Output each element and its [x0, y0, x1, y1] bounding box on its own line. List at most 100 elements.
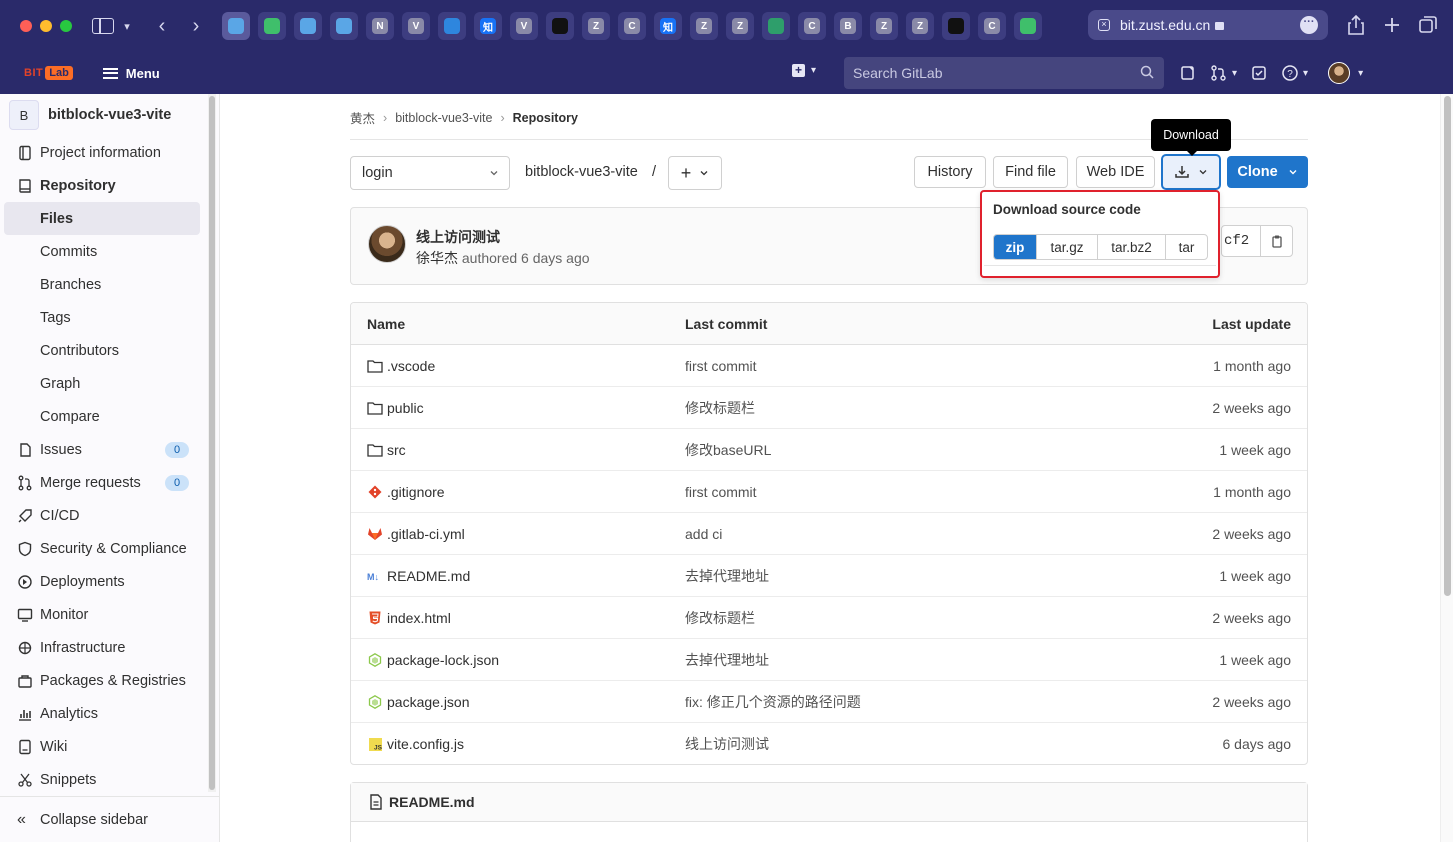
browser-tab[interactable]: 知	[654, 12, 682, 40]
branch-selector[interactable]: login	[350, 156, 510, 190]
sidebar-item-snippets[interactable]: Snippets	[0, 763, 219, 796]
sidebar-item-issues[interactable]: Issues 0	[0, 433, 219, 466]
menu-button[interactable]: Menu	[102, 66, 160, 81]
commit-message-link[interactable]: 去掉代理地址	[685, 566, 769, 586]
breadcrumb-item[interactable]: bitblock-vue3-vite	[395, 111, 492, 125]
sidebar-item-merge-requests[interactable]: Merge requests 0	[0, 466, 219, 499]
table-row[interactable]: index.html 修改标题栏 2 weeks ago	[351, 597, 1307, 639]
issues-header-icon[interactable]	[1180, 62, 1196, 84]
browser-tab[interactable]	[546, 12, 574, 40]
sidebar-item-security-compliance[interactable]: Security & Compliance	[0, 532, 219, 565]
commit-title[interactable]: 线上访问测试	[416, 227, 500, 247]
address-bar[interactable]: × bit.zust.edu.cn ···	[1088, 10, 1328, 40]
table-row[interactable]: package-lock.json 去掉代理地址 1 week ago	[351, 639, 1307, 681]
sidebar-subitem-compare[interactable]: Compare	[0, 400, 219, 433]
new-item-dropdown[interactable]: + ▾	[792, 64, 816, 77]
table-row[interactable]: src 修改baseURL 1 week ago	[351, 429, 1307, 471]
repo-path-link[interactable]: bitblock-vue3-vite	[525, 164, 638, 180]
file-name-link[interactable]: .vscode	[387, 358, 435, 374]
table-row[interactable]: .gitlab-ci.yml add ci 2 weeks ago	[351, 513, 1307, 555]
sidebar-item-wiki[interactable]: Wiki	[0, 730, 219, 763]
sidebar-item-packages-registries[interactable]: Packages & Registries	[0, 664, 219, 697]
forward-icon[interactable]: ›	[182, 12, 210, 40]
browser-tab[interactable]: Z	[690, 12, 718, 40]
sidebar-subitem-branches[interactable]: Branches	[0, 268, 219, 301]
zoom-window-button[interactable]	[60, 20, 72, 32]
commit-message-link[interactable]: 修改标题栏	[685, 608, 755, 628]
avatar[interactable]	[368, 225, 406, 263]
download-tar-button[interactable]: tar	[1165, 235, 1207, 259]
browser-tab[interactable]: V	[402, 12, 430, 40]
commit-message-link[interactable]: fix: 修正几个资源的路径问题	[685, 692, 861, 712]
file-name-link[interactable]: src	[387, 442, 406, 458]
search-input[interactable]: Search GitLab	[844, 57, 1164, 89]
copy-icon[interactable]	[1260, 226, 1292, 256]
find-file-button[interactable]: Find file	[993, 156, 1068, 188]
sidebar-item-infrastructure[interactable]: Infrastructure	[0, 631, 219, 664]
browser-tab[interactable]	[762, 12, 790, 40]
table-row[interactable]: package.json fix: 修正几个资源的路径问题 2 weeks ago	[351, 681, 1307, 723]
browser-tab[interactable]: Z	[906, 12, 934, 40]
download-zip-button[interactable]: zip	[994, 235, 1036, 259]
tab-overview-icon[interactable]	[1415, 12, 1441, 38]
sidebar-project-header[interactable]: B bitblock-vue3-vite	[0, 94, 219, 136]
browser-tab[interactable]	[294, 12, 322, 40]
file-name-link[interactable]: index.html	[387, 610, 451, 626]
web-ide-button[interactable]: Web IDE	[1076, 156, 1155, 188]
sidebar-subitem-contributors[interactable]: Contributors	[0, 334, 219, 367]
user-menu[interactable]: ▾	[1328, 62, 1363, 84]
sidebar-scrollbar[interactable]	[208, 94, 216, 792]
browser-tab[interactable]	[258, 12, 286, 40]
browser-tab[interactable]: 知	[474, 12, 502, 40]
breadcrumb-item[interactable]: 黄杰	[350, 108, 375, 127]
new-tab-icon[interactable]	[1379, 12, 1405, 38]
breadcrumb-current[interactable]: Repository	[513, 111, 578, 125]
browser-tab[interactable]: N	[366, 12, 394, 40]
sidebar-item-ci-cd[interactable]: CI/CD	[0, 499, 219, 532]
table-row[interactable]: M↓ README.md 去掉代理地址 1 week ago	[351, 555, 1307, 597]
sidebar-subitem-files[interactable]: Files	[4, 202, 200, 235]
table-row[interactable]: .vscode first commit 1 month ago	[351, 345, 1307, 387]
more-icon[interactable]: ···	[1300, 16, 1318, 34]
file-name-link[interactable]: .gitignore	[387, 484, 445, 500]
sidebar-item-analytics[interactable]: Analytics	[0, 697, 219, 730]
commit-message-link[interactable]: first commit	[685, 484, 757, 500]
chevron-down-icon[interactable]: ▾	[118, 12, 136, 40]
close-window-button[interactable]	[20, 20, 32, 32]
table-row[interactable]: .gitignore first commit 1 month ago	[351, 471, 1307, 513]
table-row[interactable]: public 修改标题栏 2 weeks ago	[351, 387, 1307, 429]
minimize-window-button[interactable]	[40, 20, 52, 32]
commit-message-link[interactable]: add ci	[685, 526, 722, 542]
table-row[interactable]: JS vite.config.js 线上访问测试 6 days ago	[351, 723, 1307, 764]
browser-tab[interactable]	[330, 12, 358, 40]
browser-tab[interactable]	[222, 12, 250, 40]
sidebar-subitem-commits[interactable]: Commits	[0, 235, 219, 268]
share-icon[interactable]	[1343, 12, 1369, 38]
help-icon[interactable]: ? ▾	[1281, 62, 1308, 84]
file-name-link[interactable]: vite.config.js	[387, 736, 464, 752]
commit-message-link[interactable]: 去掉代理地址	[685, 650, 769, 670]
sidebar-toggle-icon[interactable]	[92, 18, 114, 34]
sidebar-item-deployments[interactable]: Deployments	[0, 565, 219, 598]
download-tarbz2-button[interactable]: tar.bz2	[1097, 235, 1165, 259]
sidebar-subitem-graph[interactable]: Graph	[0, 367, 219, 400]
page-scrollbar[interactable]	[1440, 94, 1453, 842]
commit-message-link[interactable]: 线上访问测试	[685, 734, 769, 754]
commit-author[interactable]: 徐华杰	[416, 250, 458, 266]
merge-requests-header-icon[interactable]: ▾	[1210, 62, 1237, 84]
sidebar-subitem-tags[interactable]: Tags	[0, 301, 219, 334]
file-name-link[interactable]: .gitlab-ci.yml	[387, 526, 465, 542]
file-name-link[interactable]: package.json	[387, 694, 470, 710]
browser-tab[interactable]	[438, 12, 466, 40]
add-to-tree-button[interactable]: +	[668, 156, 722, 190]
browser-tab[interactable]	[942, 12, 970, 40]
file-name-link[interactable]: package-lock.json	[387, 652, 499, 668]
browser-tab[interactable]: Z	[870, 12, 898, 40]
commit-message-link[interactable]: first commit	[685, 358, 757, 374]
download-button[interactable]	[1161, 154, 1221, 190]
site-logo[interactable]: BIT Lab	[24, 66, 73, 80]
back-icon[interactable]: ‹	[148, 12, 176, 40]
download-targz-button[interactable]: tar.gz	[1036, 235, 1097, 259]
browser-tab[interactable]: Z	[582, 12, 610, 40]
browser-tab[interactable]: B	[834, 12, 862, 40]
